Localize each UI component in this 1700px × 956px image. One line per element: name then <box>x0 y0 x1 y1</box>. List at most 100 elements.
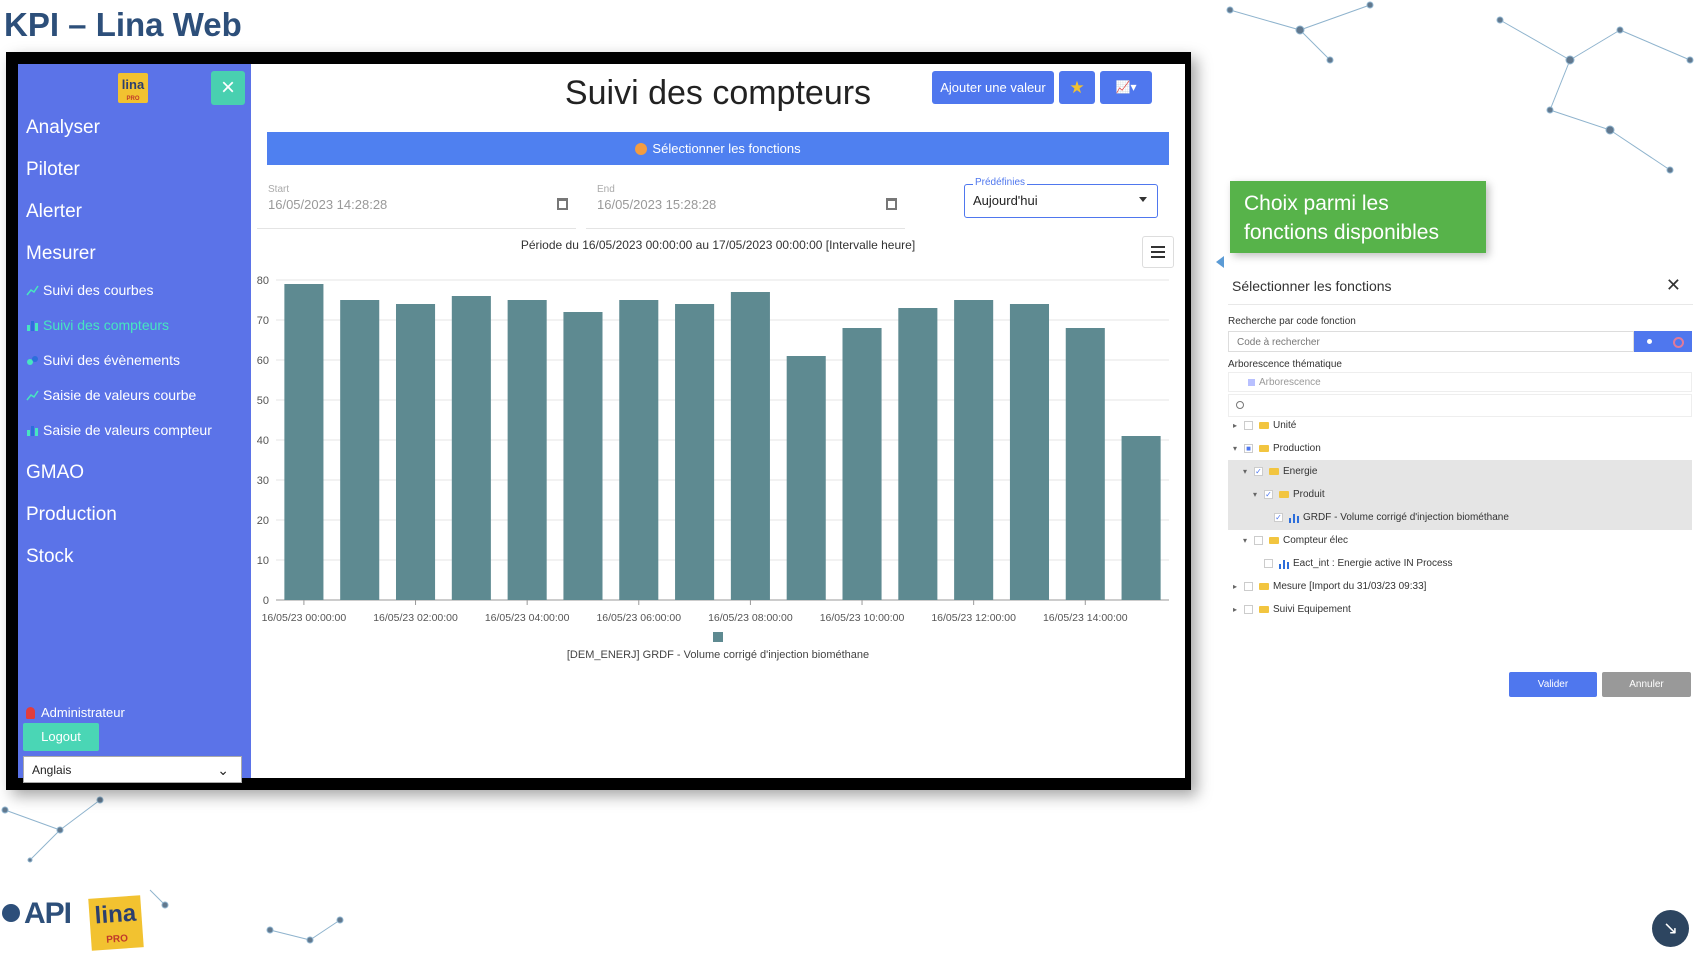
add-value-button[interactable]: Ajouter une valeur <box>932 71 1054 104</box>
tree-node-label: Energie <box>1283 466 1318 477</box>
nav-suivi-courbes[interactable]: Suivi des courbes <box>26 282 154 298</box>
network-decoration-top-right <box>1226 1 1694 174</box>
caret-icon[interactable]: ▸ <box>1233 575 1237 599</box>
caret-icon[interactable]: ▸ <box>1233 598 1237 622</box>
y-tick-label: 40 <box>257 435 269 447</box>
y-tick-label: 80 <box>257 275 269 287</box>
tree-checkbox[interactable]: ■ <box>1244 444 1253 453</box>
tree-checkbox[interactable]: ✓ <box>1264 490 1273 499</box>
calendar-icon[interactable] <box>557 198 568 210</box>
callout-box: Choix parmi les fonctions disponibles <box>1230 181 1486 253</box>
expand-arrow-button[interactable]: ↘ <box>1652 910 1689 947</box>
folder-icon <box>1279 491 1289 498</box>
tree-checkbox[interactable] <box>1244 582 1253 591</box>
caret-icon[interactable]: ▾ <box>1243 529 1247 553</box>
folder-icon <box>1259 445 1269 452</box>
chart-bar <box>340 300 380 600</box>
tree-node[interactable]: ▾ ■ Production <box>1228 437 1692 461</box>
nav-production[interactable]: Production <box>26 504 117 526</box>
legend-label: [DEM_ENERJ] GRDF - Volume corrigé d'inje… <box>567 649 869 661</box>
lina-logo: lina PRO <box>118 73 148 103</box>
search-input[interactable]: Code à rechercher <box>1228 331 1634 352</box>
tree-node-label: Eact_int : Energie active IN Process <box>1293 558 1453 569</box>
nav-gmao[interactable]: GMAO <box>26 462 84 484</box>
user-icon <box>26 706 35 719</box>
search-icon <box>1236 401 1244 409</box>
tree-node[interactable]: ▾ Compteur élec <box>1228 529 1692 553</box>
tree-node[interactable]: ▾ ✓ Energie <box>1228 460 1692 484</box>
network-decoration-bottom-left <box>1 796 344 944</box>
chart-bar <box>284 284 324 600</box>
cancel-button[interactable]: Annuler <box>1602 672 1691 697</box>
tree-checkbox[interactable]: ✓ <box>1274 513 1283 522</box>
globe-icon <box>2 904 20 922</box>
nav-analyser[interactable]: Analyser <box>26 117 100 139</box>
tree-checkbox[interactable]: ✓ <box>1254 467 1263 476</box>
nav-saisie-courbe[interactable]: Saisie de valeurs courbe <box>26 387 196 403</box>
period-label: Période du 16/05/2023 00:00:00 au 17/05/… <box>520 238 916 252</box>
start-date-field[interactable]: Start 16/05/2023 14:28:28 <box>257 172 576 229</box>
caret-icon[interactable]: ▾ <box>1253 483 1257 507</box>
tree-node[interactable]: Eact_int : Energie active IN Process <box>1228 552 1692 576</box>
folder-icon <box>1269 468 1279 475</box>
tree-checkbox[interactable] <box>1244 421 1253 430</box>
x-tick-label: 16/05/23 08:00:00 <box>708 612 793 624</box>
predefined-period-select[interactable]: Prédéfinies Aujourd'hui <box>964 177 1158 218</box>
divider <box>1228 304 1693 305</box>
tree-checkbox[interactable] <box>1244 605 1253 614</box>
caret-icon[interactable]: ▸ <box>1233 414 1237 438</box>
bar-chart-icon <box>27 426 38 436</box>
tree-node[interactable]: ▸ Unité <box>1228 414 1692 438</box>
search-button[interactable] <box>1634 331 1692 352</box>
chart-type-button[interactable]: 📈▾ <box>1100 71 1152 104</box>
x-tick-label: 16/05/23 12:00:00 <box>931 612 1016 624</box>
dialog-title: Sélectionner les fonctions <box>1232 278 1392 294</box>
tree-root-checkbox[interactable]: Arborescence <box>1228 372 1692 392</box>
slide-title: KPI – Lina Web <box>4 6 242 43</box>
folder-icon <box>1259 606 1269 613</box>
x-tick-label: 16/05/23 10:00:00 <box>820 612 905 624</box>
chart-bar <box>395 304 436 600</box>
caret-icon[interactable]: ▾ <box>1243 460 1247 484</box>
nav-piloter[interactable]: Piloter <box>26 159 80 181</box>
end-date-field[interactable]: End 16/05/2023 15:28:28 <box>586 172 905 229</box>
chart-bar <box>786 356 826 600</box>
logout-button[interactable]: Logout <box>23 723 99 751</box>
nav-mesurer[interactable]: Mesurer <box>26 243 96 265</box>
tree-node[interactable]: ✓ GRDF - Volume corrigé d'injection biomé… <box>1228 506 1692 530</box>
x-tick-label: 16/05/23 14:00:00 <box>1043 612 1128 624</box>
language-select[interactable]: Anglais ⌄ <box>23 756 242 783</box>
tree-node-label: Suivi Equipement <box>1273 604 1351 615</box>
tree-node[interactable]: ▸ Suivi Equipement <box>1228 598 1692 622</box>
chart-bar <box>507 300 547 600</box>
tree-node-label: GRDF - Volume corrigé d'injection biomét… <box>1303 512 1509 523</box>
tree-node[interactable]: ▾ ✓ Produit <box>1228 483 1692 507</box>
favorite-button[interactable]: ★ <box>1059 71 1095 104</box>
close-icon[interactable]: ✕ <box>1666 275 1681 296</box>
nav-saisie-compteur[interactable]: Saisie de valeurs compteur <box>26 422 212 438</box>
caret-down-icon <box>1139 197 1147 202</box>
app-window: lina PRO × Analyser Piloter Alerter Mesur… <box>6 52 1191 790</box>
folder-icon <box>1269 537 1279 544</box>
chart-menu-button[interactable] <box>1142 236 1174 268</box>
chart-bar <box>1121 436 1161 600</box>
search-label: Recherche par code fonction <box>1228 316 1356 327</box>
nav-suivi-compteurs[interactable]: Suivi des compteurs <box>26 317 169 333</box>
nav-stock[interactable]: Stock <box>26 546 74 568</box>
nav-alerter[interactable]: Alerter <box>26 201 82 223</box>
tree-checkbox[interactable] <box>1254 536 1263 545</box>
nav-suivi-evenements[interactable]: Suivi des évènements <box>26 352 180 368</box>
chevron-down-icon: ⌄ <box>217 762 229 778</box>
close-sidebar-button[interactable]: × <box>211 71 245 105</box>
tree-checkbox[interactable] <box>1264 559 1273 568</box>
select-functions-dialog: Sélectionner les fonctions ✕ Recherche p… <box>1228 270 1693 710</box>
caret-icon[interactable]: ▾ <box>1233 437 1237 461</box>
validate-button[interactable]: Valider <box>1509 672 1597 697</box>
bar-chart-icon <box>1279 560 1289 569</box>
x-tick-label: 16/05/23 00:00:00 <box>262 612 347 624</box>
y-tick-label: 50 <box>257 395 269 407</box>
chart-bar <box>451 296 491 600</box>
calendar-icon[interactable] <box>886 198 897 210</box>
select-functions-button[interactable]: Sélectionner les fonctions <box>267 132 1169 165</box>
tree-node[interactable]: ▸ Mesure [Import du 31/03/23 09:33] <box>1228 575 1692 599</box>
